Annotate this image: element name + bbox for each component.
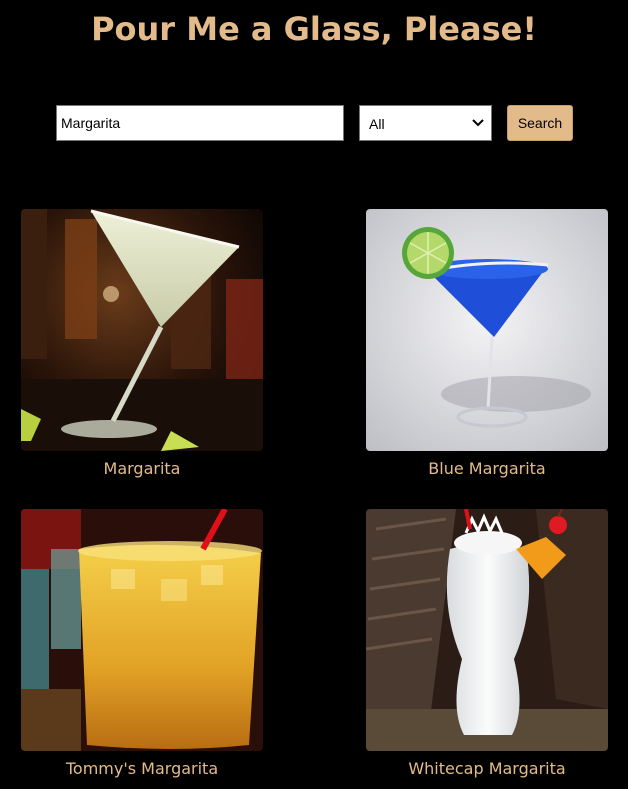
search-button[interactable]: Search <box>507 105 573 141</box>
drink-name[interactable]: Whitecap Margarita <box>366 759 608 779</box>
drink-card[interactable]: Tommy's Margarita <box>21 509 263 779</box>
search-input[interactable] <box>56 105 344 141</box>
drink-name[interactable]: Margarita <box>21 459 263 479</box>
drink-name[interactable]: Blue Margarita <box>366 459 608 479</box>
category-select-value: All <box>369 116 385 132</box>
drink-image-margarita[interactable] <box>21 209 263 451</box>
category-select[interactable]: All <box>359 105 492 141</box>
drink-image-tommys-margarita[interactable] <box>21 509 263 751</box>
page-title: Pour Me a Glass, Please! <box>91 10 537 48</box>
drink-image-whitecap-margarita[interactable] <box>366 509 608 751</box>
chevron-down-icon <box>472 119 484 127</box>
drink-image-blue-margarita[interactable] <box>366 209 608 451</box>
drink-card[interactable]: Blue Margarita <box>366 209 608 479</box>
page: Pour Me a Glass, Please! All Search <box>0 0 628 789</box>
drink-card[interactable]: Whitecap Margarita <box>366 509 608 779</box>
drink-name[interactable]: Tommy's Margarita <box>21 759 263 779</box>
drink-card[interactable]: Margarita <box>21 209 263 479</box>
